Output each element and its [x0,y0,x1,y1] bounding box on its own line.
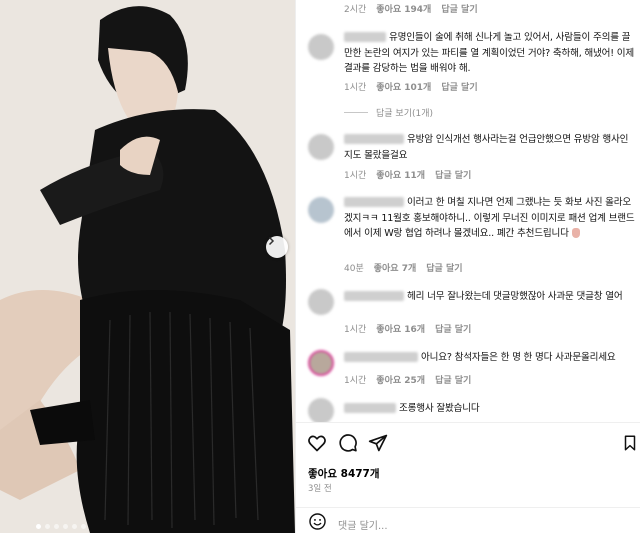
comment-body: 헤리 너무 잘나왔는데 댓글망했잖아 사과문 댓글창 열어 [344,289,636,305]
comment-meta: 1시간 좋아요 16개 답글 달기 [344,322,471,335]
reply-button[interactable]: 답글 달기 [441,2,477,15]
comment-meta: 40분 좋아요 7개 답글 달기 [344,261,463,274]
comment-likes[interactable]: 좋아요 25개 [376,373,425,386]
comment-body: 유명인들이 술에 취해 신나게 놀고 있어서, 사람들이 주의를 끌 만한 논란… [344,30,636,77]
avatar[interactable] [308,34,334,60]
comment-likes[interactable]: 좋아요 101개 [376,80,431,93]
carousel-dots [36,524,86,529]
carousel-dot[interactable] [72,524,77,529]
avatar[interactable] [308,289,334,315]
add-comment-bar: 댓글 달기... [296,507,640,533]
comment-likes[interactable]: 좋아요 7개 [374,261,417,274]
comment-meta: 1시간 좋아요 101개 답글 달기 [344,80,478,93]
username[interactable] [344,403,396,413]
username[interactable] [344,197,404,207]
emoji-icon [571,228,580,238]
username[interactable] [344,291,404,301]
carousel-dot[interactable] [54,524,59,529]
carousel-dot[interactable] [63,524,68,529]
view-replies-label: 답글 보기(1개) [376,109,434,119]
view-replies-button[interactable]: 답글 보기(1개) [344,106,433,119]
comment-body: 아니요? 참석자들은 한 명 한 명다 사과문올리세요 [344,350,636,366]
comment-body: 조롱행사 잘봤습니다 [344,401,636,417]
carousel-dot[interactable] [45,524,50,529]
share-icon[interactable] [368,433,388,453]
comment-time: 1시간 [344,83,367,93]
reply-button[interactable]: 답글 달기 [435,373,471,386]
heart-icon[interactable] [307,433,327,453]
reply-button[interactable]: 답글 달기 [435,168,471,181]
comment-time: 1시간 [344,376,367,386]
reply-button[interactable]: 답글 달기 [441,80,477,93]
comment-meta: 1시간 좋아요 11개 답글 달기 [344,168,471,181]
carousel-next-button[interactable] [266,236,288,258]
username[interactable] [344,134,404,144]
photo-illustration [0,0,295,533]
username[interactable] [344,352,418,362]
chevron-right-icon [268,236,275,246]
comment-time: 40분 [344,264,364,274]
carousel-dot[interactable] [81,524,86,529]
avatar[interactable] [308,134,334,160]
comment-text: 아니요? 참석자들은 한 명 한 명다 사과문올리세요 [421,352,616,363]
post-date: 3일 전 [308,484,332,494]
comment-body: 유방암 인식개선 행사라는걸 언급안했으면 유방암 행사인지도 몰랐을걸요 [344,132,636,163]
comment-text: 헤리 너무 잘나왔는데 댓글망했잖아 사과문 댓글창 열어 [407,291,623,302]
comment-time: 2시간 [344,5,367,15]
avatar[interactable] [308,398,334,422]
comment-body: 이러고 한 며칠 지나면 언제 그랬냐는 듯 화보 사진 올라오겠지ㅋㅋ 11월… [344,195,636,242]
likes-count[interactable]: 좋아요 8477개 [308,466,380,481]
comments-panel: 2시간 좋아요 194개 답글 달기 유명인들이 술에 취해 신나게 놀고 있어… [295,0,640,533]
avatar[interactable] [308,197,334,223]
reply-button[interactable]: 답글 달기 [426,261,462,274]
comment-input[interactable]: 댓글 달기... [338,517,388,532]
comment-likes[interactable]: 좋아요 16개 [376,322,425,335]
comment-text: 조롱행사 잘봤습니다 [399,403,480,414]
comment-time: 1시간 [344,171,367,181]
comment-meta: 2시간 좋아요 194개 답글 달기 [344,2,478,15]
comment-icon[interactable] [338,433,358,453]
comment-time: 1시간 [344,325,367,335]
emoji-icon[interactable] [308,512,327,531]
carousel-dot[interactable] [36,524,41,529]
action-bar: 좋아요 8477개 3일 전 댓글 달기... [296,422,640,533]
save-icon[interactable] [621,433,639,453]
avatar[interactable] [308,350,334,376]
comment-list[interactable]: 2시간 좋아요 194개 답글 달기 유명인들이 술에 취해 신나게 놀고 있어… [296,0,640,422]
post-photo[interactable] [0,0,295,533]
comment-meta: 1시간 좋아요 25개 답글 달기 [344,373,471,386]
username[interactable] [344,32,386,42]
comment-text: 유명인들이 술에 취해 신나게 놀고 있어서, 사람들이 주의를 끌 만한 논란… [344,32,635,74]
reply-button[interactable]: 답글 달기 [435,322,471,335]
comment-likes[interactable]: 좋아요 11개 [376,168,425,181]
comment-likes[interactable]: 좋아요 194개 [376,2,431,15]
